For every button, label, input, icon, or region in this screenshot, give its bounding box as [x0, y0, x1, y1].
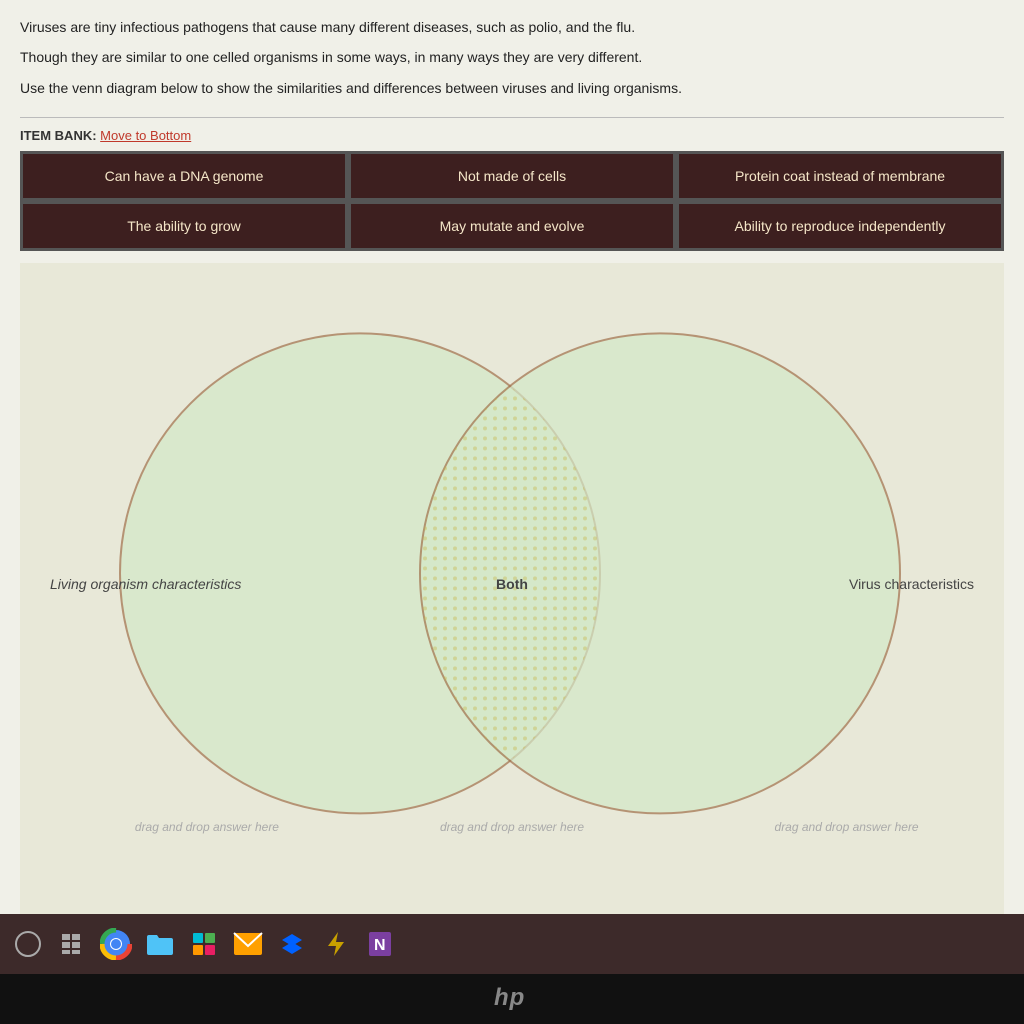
svg-text:N: N: [374, 937, 386, 954]
item-card-2[interactable]: Not made of cells: [350, 153, 674, 199]
item-card-6[interactable]: Ability to reproduce independently: [678, 203, 1002, 249]
svg-text:hp: hp: [494, 984, 525, 1011]
divider: [20, 117, 1004, 118]
venn-diagram: Living organism characteristics Both Vir…: [20, 263, 1004, 914]
dropbox-icon[interactable]: [274, 926, 310, 962]
intro-line1: Viruses are tiny infectious pathogens th…: [20, 16, 1004, 38]
move-to-bottom-link[interactable]: Move to Bottom: [100, 128, 191, 143]
main-content: Viruses are tiny infectious pathogens th…: [0, 0, 1024, 914]
intro-line3: Use the venn diagram below to show the s…: [20, 77, 1004, 99]
item-bank-grid: Can have a DNA genome Not made of cells …: [20, 151, 1004, 251]
chrome-icon[interactable]: [98, 926, 134, 962]
venn-svg: [20, 263, 1004, 914]
item-card-3[interactable]: Protein coat instead of membrane: [678, 153, 1002, 199]
hp-logo: hp: [492, 981, 532, 1017]
folder-icon[interactable]: [142, 926, 178, 962]
start-button[interactable]: [10, 926, 46, 962]
task-view-icon[interactable]: [54, 926, 90, 962]
intro-line2: Though they are similar to one celled or…: [20, 46, 1004, 68]
item-card-5[interactable]: May mutate and evolve: [350, 203, 674, 249]
onenote-icon[interactable]: N: [362, 926, 398, 962]
apps-icon[interactable]: [186, 926, 222, 962]
mail-icon[interactable]: [230, 926, 266, 962]
item-bank-label: ITEM BANK: Move to Bottom: [20, 128, 1004, 143]
item-card-4[interactable]: The ability to grow: [22, 203, 346, 249]
taskbar: N: [0, 914, 1024, 974]
hp-bar: hp: [0, 974, 1024, 1024]
item-card-1[interactable]: Can have a DNA genome: [22, 153, 346, 199]
bolt-icon[interactable]: [318, 926, 354, 962]
